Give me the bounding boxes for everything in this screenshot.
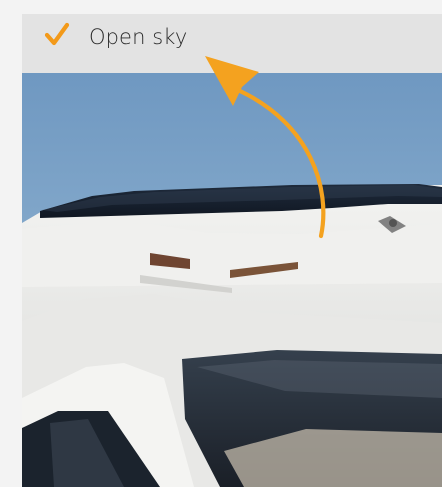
feature-card: Open sky [0, 0, 442, 487]
camper-roof-photo [22, 73, 442, 487]
feature-header [22, 14, 442, 73]
feature-title: Open sky [89, 25, 188, 49]
check-icon [44, 22, 70, 46]
